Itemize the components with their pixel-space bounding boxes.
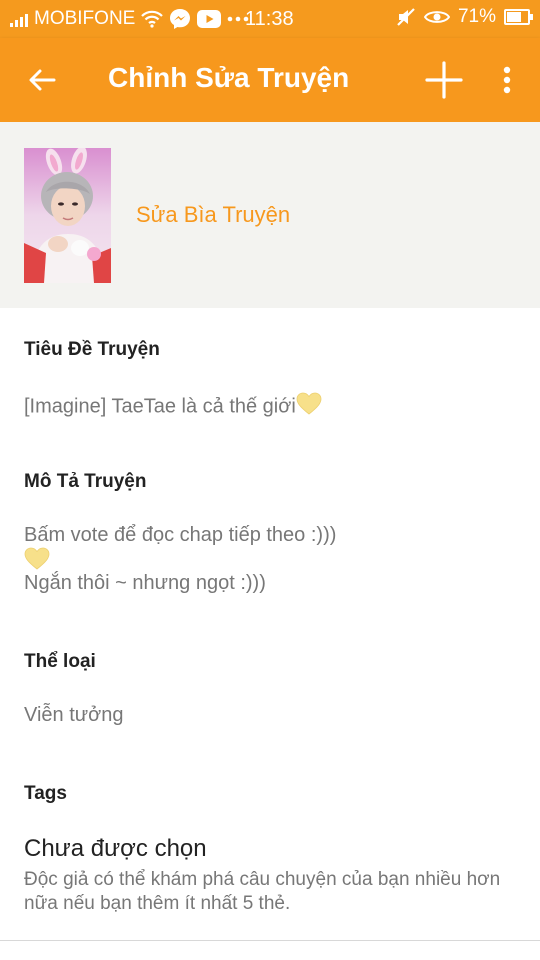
battery-icon — [504, 9, 533, 25]
eye-icon — [423, 9, 450, 25]
battery-percent: 71% — [457, 6, 496, 27]
story-description-field[interactable]: Bấm vote để đọc chap tiếp theo :))) Ngắn… — [24, 523, 336, 595]
status-bar: MOBIFONE 11:38 71% — [0, 0, 540, 38]
description-line-1: Bấm vote để đọc chap tiếp theo :))) — [24, 524, 337, 546]
signal-icon — [10, 11, 28, 27]
wifi-icon — [141, 10, 164, 28]
edit-cover-link[interactable]: Sửa Bìa Truyện — [136, 202, 290, 228]
story-cover-image[interactable] — [24, 148, 111, 283]
back-arrow-icon — [29, 69, 56, 91]
clock: 11:38 — [245, 8, 294, 30]
story-title-field[interactable]: [Imagine] TaeTae là cả thế giới — [24, 392, 322, 422]
genre-label: Thể loại — [24, 651, 96, 672]
page-title: Chỉnh Sửa Truyện — [108, 62, 350, 93]
tags-value[interactable]: Chưa được chọn — [24, 835, 207, 863]
carrier-name: MOBIFONE — [34, 8, 136, 29]
more-options-button[interactable] — [492, 60, 522, 100]
yellow-heart-icon — [24, 547, 336, 571]
genre-value[interactable]: Viễn tưởng — [24, 703, 124, 727]
description-line-2: Ngắn thôi ~ nhưng ngọt :))) — [24, 572, 266, 594]
story-title-label: Tiêu Đề Truyện — [24, 339, 160, 360]
yellow-heart-icon — [296, 392, 322, 422]
tags-hint: Độc giả có thể khám phá câu chuyện của b… — [24, 869, 501, 914]
youtube-icon — [197, 10, 222, 28]
app-bar: Chỉnh Sửa Truyện — [0, 38, 540, 122]
messenger-icon — [169, 8, 191, 30]
story-title-value: [Imagine] TaeTae là cả thế giới — [24, 395, 296, 418]
divider — [0, 940, 540, 941]
back-button[interactable] — [22, 62, 62, 98]
more-vert-icon — [503, 66, 511, 94]
cover-section: Sửa Bìa Truyện — [0, 122, 540, 308]
mute-icon — [396, 7, 416, 27]
add-part-button[interactable] — [422, 58, 466, 102]
story-description-label: Mô Tả Truyện — [24, 471, 147, 492]
plus-icon — [425, 61, 463, 99]
tags-label: Tags — [24, 783, 67, 804]
